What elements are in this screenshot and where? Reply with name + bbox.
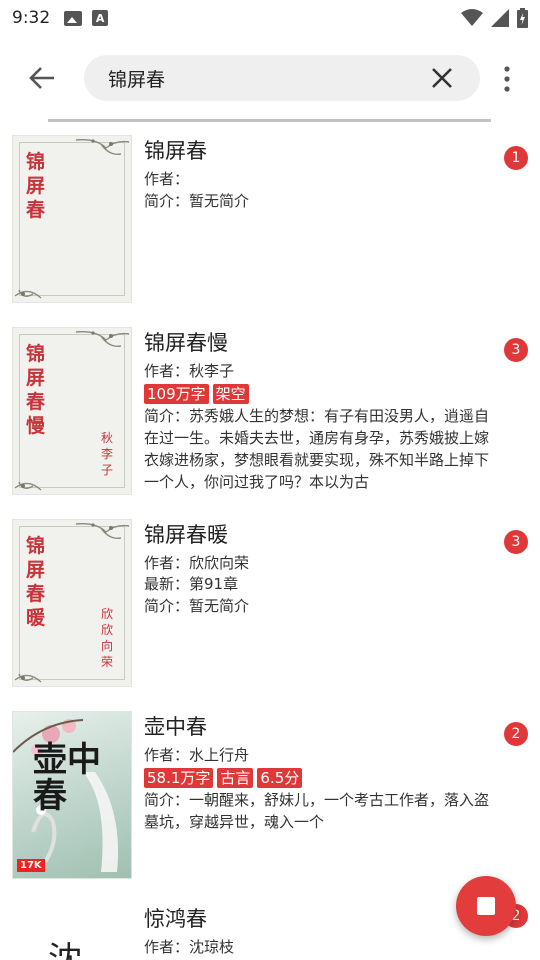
genre-tag: 架空 xyxy=(212,384,249,404)
book-info: 锦屏春 作者： 简介：暂无简介 xyxy=(144,134,492,212)
more-vert-icon xyxy=(504,66,510,92)
source-count-badge: 1 xyxy=(504,146,528,170)
image-notification-icon xyxy=(64,10,83,26)
genre-tag: 古言 xyxy=(217,768,254,788)
wifi-icon xyxy=(461,9,483,26)
source-count-badge: 3 xyxy=(504,338,528,362)
book-cover: 锦屏春 xyxy=(12,135,132,303)
list-item[interactable]: 锦屏春慢 秋李子 锦屏春慢 作者：秋李子 109万字 架空 简介：苏秀娥人生的梦… xyxy=(0,326,540,498)
book-info: 锦屏春慢 作者：秋李子 109万字 架空 简介：苏秀娥人生的梦想：有子有田没男人… xyxy=(144,326,492,493)
cover-title: 锦屏春慢 xyxy=(26,343,46,437)
source-count-badge: 2 xyxy=(504,722,528,746)
book-cover: 锦屏春暖 欣欣向荣 xyxy=(12,519,132,687)
cover-title: 锦屏春暖 xyxy=(26,535,46,629)
list-item[interactable]: 壶中春 17K 壶中春 作者：水上行舟 58.1万字 古言 6.5分 简介：一朝… xyxy=(0,710,540,886)
book-latest-chapter: 最新：第91章 xyxy=(144,575,239,593)
status-time: 9:32 xyxy=(12,8,51,28)
publisher-logo: 17K xyxy=(17,859,45,872)
book-title: 壶中春 xyxy=(144,715,207,739)
cover-ornament-icon xyxy=(14,481,42,491)
cover-ornament-icon xyxy=(14,289,42,299)
book-title: 锦屏春慢 xyxy=(144,331,228,355)
book-info: 锦屏春暖 作者：欣欣向荣 最新：第91章 简介：暂无简介 xyxy=(144,518,492,617)
stop-search-button[interactable] xyxy=(456,876,516,936)
cover-author: 欣欣向荣 xyxy=(101,607,114,669)
cover-title: 壶中春 xyxy=(33,740,101,816)
book-intro: 简介：暂无简介 xyxy=(144,192,250,210)
book-tags: 109万字 架空 xyxy=(144,384,492,404)
book-cover: 锦屏春慢 秋李子 xyxy=(12,327,132,495)
a-notification-icon: A xyxy=(92,10,109,26)
list-item[interactable]: 锦屏春暖 欣欣向荣 锦屏春暖 作者：欣欣向荣 最新：第91章 简介：暂无简介 3 xyxy=(0,518,540,694)
book-cover: 壶中春 17K xyxy=(12,711,132,879)
battery-charging-icon xyxy=(517,8,528,28)
signal-icon xyxy=(491,9,509,27)
cover-title: 锦屏春 xyxy=(26,151,46,221)
score-tag: 6.5分 xyxy=(257,768,303,788)
cover-title: 沈 xyxy=(48,940,82,960)
book-info: 惊鸿春 作者：沈琼枝 xyxy=(144,902,492,958)
status-notification-icons: A xyxy=(64,10,109,26)
more-options-button[interactable] xyxy=(494,64,520,94)
cover-ornament-icon xyxy=(75,330,130,347)
back-button[interactable] xyxy=(14,50,70,106)
cover-ornament-icon xyxy=(75,522,130,539)
book-title: 惊鸿春 xyxy=(144,907,207,931)
book-intro: 简介：一朝醒来，舒妹儿，一个考古工作者，落入盗墓坑，穿越异世，魂入一个 xyxy=(144,791,490,831)
source-count-badge: 3 xyxy=(504,530,528,554)
book-author: 作者：秋李子 xyxy=(144,362,235,380)
book-intro: 简介：暂无简介 xyxy=(144,597,250,615)
stop-icon xyxy=(477,897,495,915)
close-icon xyxy=(432,68,452,88)
search-input[interactable] xyxy=(108,67,408,89)
word-count-tag: 58.1万字 xyxy=(144,768,214,788)
book-tags: 58.1万字 古言 6.5分 xyxy=(144,768,492,788)
cover-ornament-icon xyxy=(75,138,130,155)
book-author: 作者：沈琼枝 xyxy=(144,938,235,956)
loading-progress-bar xyxy=(48,119,491,122)
book-title: 锦屏春暖 xyxy=(144,523,228,547)
status-bar: 9:32 A xyxy=(0,0,540,36)
book-intro: 简介：苏秀娥人生的梦想：有子有田没男人，逍遥自在过一生。未婚夫去世，通房有身孕，… xyxy=(144,407,490,491)
search-box[interactable] xyxy=(84,55,480,101)
book-info: 壶中春 作者：水上行舟 58.1万字 古言 6.5分 简介：一朝醒来，舒妹儿，一… xyxy=(144,710,492,833)
list-item[interactable]: 锦屏春 锦屏春 作者： 简介：暂无简介 1 xyxy=(0,134,540,314)
cover-ornament-icon xyxy=(14,673,42,683)
word-count-tag: 109万字 xyxy=(144,384,209,404)
search-toolbar xyxy=(0,36,540,120)
book-author: 作者：水上行舟 xyxy=(144,746,250,764)
cover-author: 秋李子 xyxy=(101,431,114,477)
status-system-icons xyxy=(461,8,528,28)
book-author: 作者：欣欣向荣 xyxy=(144,554,250,572)
clear-search-button[interactable] xyxy=(430,66,454,90)
arrow-back-icon xyxy=(29,67,54,89)
book-title: 锦屏春 xyxy=(144,139,207,163)
book-author: 作者： xyxy=(144,170,190,188)
